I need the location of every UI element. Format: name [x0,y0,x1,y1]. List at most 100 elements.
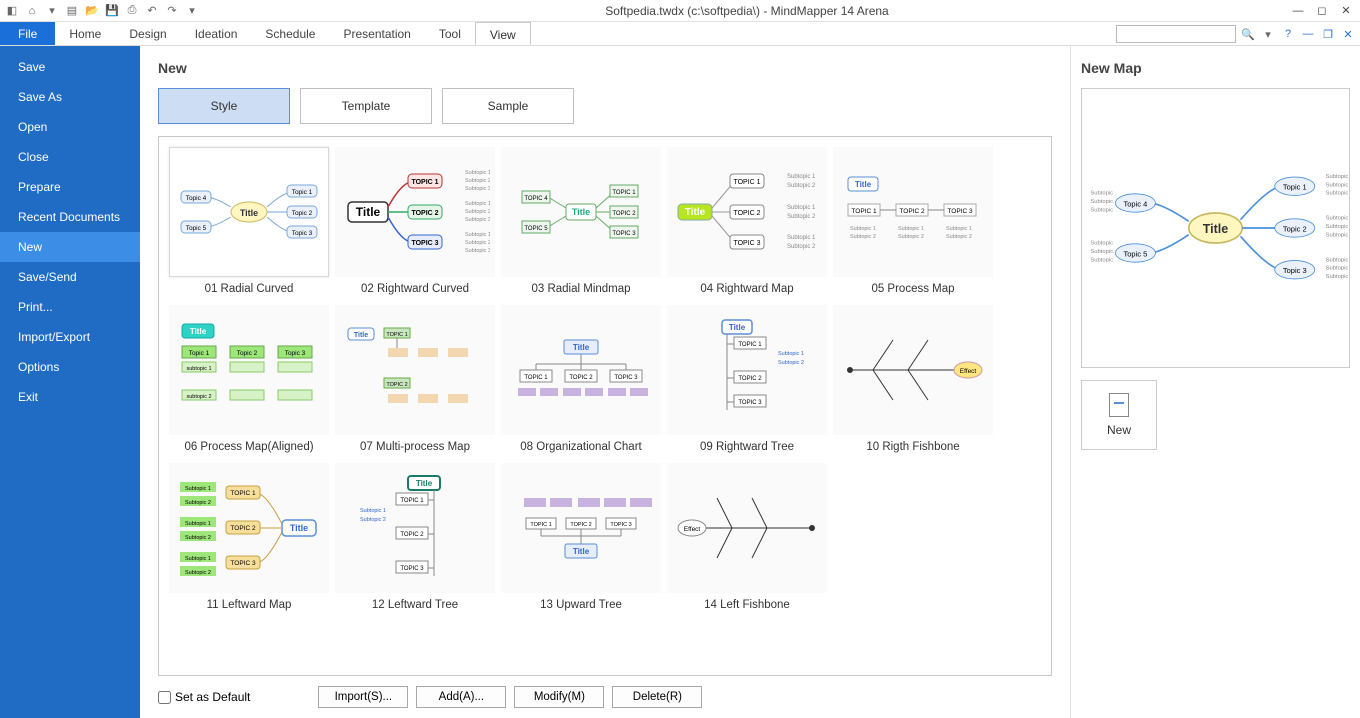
template-item-leftward-tree[interactable]: Title TOPIC 1 Subtopic 1Subtopic 2 TOPIC… [335,463,495,615]
template-item-radial-mindmap[interactable]: Title TOPIC 1 TOPIC 2 TOPIC 3 TOPIC 4 TO… [501,147,661,299]
svg-text:Subtopic 2: Subtopic 2 [898,234,924,240]
tab-file[interactable]: File [0,22,55,45]
svg-text:Subtopic 1: Subtopic 1 [898,226,924,232]
modify-button[interactable]: Modify(M) [514,686,604,708]
tab-style[interactable]: Style [158,88,290,124]
new-doc-icon[interactable]: ▤ [64,3,80,19]
tab-tool[interactable]: Tool [425,22,475,45]
sidebar-item-save[interactable]: Save [0,52,140,82]
template-item-upward-tree[interactable]: TOPIC 1 TOPIC 2 TOPIC 3 Title 13 Upward … [501,463,661,615]
template-item-organizational-chart[interactable]: Title TOPIC 1 TOPIC 2 TOPIC 3 08 Organiz… [501,305,661,457]
template-gallery: Title Topic 1 Topic 2 Topic 3 Topic 4 To… [158,136,1052,676]
svg-text:TOPIC 5: TOPIC 5 [524,226,548,232]
svg-text:TOPIC 2: TOPIC 2 [411,210,438,217]
template-item-rightward-map[interactable]: Title TOPIC 1 TOPIC 2 TOPIC 3 Subtopic 1… [667,147,827,299]
tab-presentation[interactable]: Presentation [329,22,424,45]
tab-ideation[interactable]: Ideation [181,22,252,45]
app-icon[interactable]: ◧ [4,3,20,19]
svg-text:Title: Title [573,547,590,556]
svg-text:TOPIC 2: TOPIC 2 [230,525,256,532]
template-item-radial-curved[interactable]: Title Topic 1 Topic 2 Topic 3 Topic 4 To… [169,147,329,299]
sidebar-item-recentdocs[interactable]: Recent Documents [0,202,140,232]
new-button[interactable]: New [1081,380,1157,450]
inner-restore-icon[interactable]: ❐ [1320,26,1336,42]
set-default-checkbox[interactable]: Set as Default [158,690,250,704]
add-button[interactable]: Add(A)... [416,686,506,708]
svg-text:Subtopic 2: Subtopic 2 [185,570,211,576]
gallery-bottom-bar: Set as Default Import(S)... Add(A)... Mo… [158,676,1052,708]
svg-text:TOPIC 3: TOPIC 3 [733,240,760,247]
search-input[interactable] [1116,25,1236,43]
tab-schedule[interactable]: Schedule [251,22,329,45]
svg-text:Subtopic: Subtopic [1326,274,1349,280]
svg-text:Title: Title [729,323,746,332]
svg-text:TOPIC 3: TOPIC 3 [738,400,762,406]
main-area: Save Save As Open Close Prepare Recent D… [0,46,1360,718]
sidebar-item-prepare[interactable]: Prepare [0,172,140,202]
svg-text:Topic 2: Topic 2 [237,350,258,357]
save-icon[interactable]: 💾 [104,3,120,19]
svg-text:Topic 3: Topic 3 [292,230,313,237]
sidebar-item-saveas[interactable]: Save As [0,82,140,112]
preview-thumbnail: Title Topic 1 Topic 2 Topic 3 Topic 4 To… [1081,88,1350,368]
svg-text:Title: Title [356,205,381,219]
template-item-leftward-map[interactable]: Title TOPIC 1 TOPIC 2 TOPIC 3 Subtopic 1… [169,463,329,615]
svg-text:TOPIC 2: TOPIC 2 [569,375,593,381]
delete-button[interactable]: Delete(R) [612,686,702,708]
svg-text:Subtopic: Subtopic [1090,241,1113,247]
sidebar-item-close[interactable]: Close [0,142,140,172]
template-item-rightward-tree[interactable]: Title TOPIC 1 Subtopic 1Subtopic 2 TOPIC… [667,305,827,457]
import-button[interactable]: Import(S)... [318,686,408,708]
svg-text:TOPIC 3: TOPIC 3 [610,522,631,528]
svg-text:Title: Title [190,327,207,336]
tab-sample[interactable]: Sample [442,88,574,124]
svg-text:Topic 1: Topic 1 [1283,183,1307,192]
qat-more-icon[interactable]: ▾ [184,3,200,19]
svg-text:Subtopic 1: Subtopic 1 [185,521,211,527]
svg-text:TOPIC 3: TOPIC 3 [400,566,424,572]
sidebar-item-importexport[interactable]: Import/Export [0,322,140,352]
svg-text:Subtopic 2: Subtopic 2 [360,517,386,523]
close-button[interactable]: ✕ [1338,3,1354,19]
minimize-button[interactable]: — [1290,3,1306,19]
sidebar-item-options[interactable]: Options [0,352,140,382]
redo-icon[interactable]: ↷ [164,3,180,19]
svg-text:Subtopic 1: Subtopic 1 [465,170,490,176]
svg-text:Subtopic 1: Subtopic 1 [185,556,211,562]
svg-text:Subtopic 2: Subtopic 2 [787,244,816,250]
tab-design[interactable]: Design [115,22,180,45]
sidebar-item-open[interactable]: Open [0,112,140,142]
sidebar-item-exit[interactable]: Exit [0,382,140,412]
sidebar-item-new[interactable]: New [0,232,140,262]
print-icon[interactable]: ⎙ [124,3,140,19]
qat-dropdown-icon[interactable]: ▾ [44,3,60,19]
search-icon[interactable]: 🔍 [1240,26,1256,42]
svg-text:Title: Title [416,479,433,488]
svg-text:TOPIC 1: TOPIC 1 [400,498,424,504]
help-icon[interactable]: ? [1280,26,1296,42]
template-item-right-fishbone[interactable]: Effect 10 Rigth Fishbone [833,305,993,457]
maximize-button[interactable]: ◻ [1314,3,1330,19]
file-menu-sidebar: Save Save As Open Close Prepare Recent D… [0,46,140,718]
tab-view[interactable]: View [475,22,531,45]
template-item-process-map[interactable]: Title TOPIC 1 TOPIC 2 TOPIC 3 Subtopic 1… [833,147,993,299]
open-icon[interactable]: 📂 [84,3,100,19]
svg-text:Subtopic: Subtopic [1090,207,1113,213]
template-item-rightward-curved[interactable]: Title TOPIC 1 TOPIC 2 TOPIC 3 Subtopic 1… [335,147,495,299]
svg-text:Subtopic: Subtopic [1326,266,1349,272]
tab-home[interactable]: Home [55,22,115,45]
template-item-process-map-aligned[interactable]: Title Topic 1 Topic 2 Topic 3 subtopic 1… [169,305,329,457]
search-dropdown-icon[interactable]: ▾ [1260,26,1276,42]
home-icon[interactable]: ⌂ [24,3,40,19]
sidebar-item-print[interactable]: Print... [0,292,140,322]
inner-minimize-icon[interactable]: — [1300,26,1316,42]
template-item-multi-process[interactable]: Title TOPIC 1 TOPIC 2 07 Multi-process M… [335,305,495,457]
svg-text:Subtopic 1: Subtopic 1 [787,235,816,241]
template-label: 04 Rightward Map [667,277,827,299]
inner-close-icon[interactable]: ✕ [1340,26,1356,42]
undo-icon[interactable]: ↶ [144,3,160,19]
template-item-left-fishbone[interactable]: Effect 14 Left Fishbone [667,463,827,615]
tab-template[interactable]: Template [300,88,432,124]
svg-text:Subtopic: Subtopic [1090,191,1113,197]
sidebar-item-savesend[interactable]: Save/Send [0,262,140,292]
